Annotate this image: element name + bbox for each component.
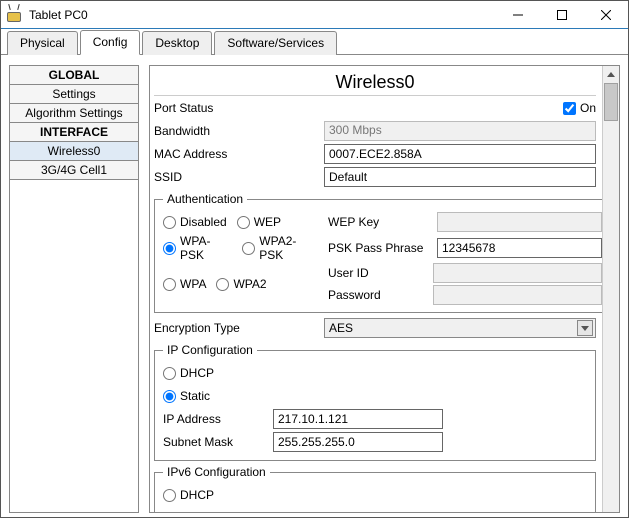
password-input: [433, 285, 602, 305]
sidebar-item-3g4g-cell1[interactable]: 3G/4G Cell1: [10, 161, 138, 180]
ipv6-dhcp-radio[interactable]: [163, 489, 176, 502]
maximize-button[interactable]: [540, 1, 584, 28]
encryption-type-select[interactable]: AES: [324, 318, 596, 338]
sidebar-header-interface: INTERFACE: [10, 123, 138, 142]
mac-address-input[interactable]: [324, 144, 596, 164]
subnet-mask-label: Subnet Mask: [163, 435, 273, 449]
authentication-group: Authentication Disabled WEP WEP Key: [154, 192, 602, 313]
sidebar-item-wireless0[interactable]: Wireless0: [10, 142, 138, 161]
sidebar-item-settings[interactable]: Settings: [10, 85, 138, 104]
config-sidebar: GLOBAL Settings Algorithm Settings INTER…: [9, 65, 139, 513]
main-tabs: Physical Config Desktop Software/Service…: [1, 29, 628, 55]
psk-pass-phrase-label: PSK Pass Phrase: [328, 241, 433, 255]
wep-key-label: WEP Key: [328, 215, 433, 229]
ipv6-configuration-legend: IPv6 Configuration: [163, 465, 270, 479]
close-button[interactable]: [584, 1, 628, 28]
userid-input: [433, 263, 602, 283]
mac-address-label: MAC Address: [154, 147, 324, 161]
window-controls: [496, 1, 628, 28]
ssid-input[interactable]: [324, 167, 596, 187]
port-status-checkbox[interactable]: [563, 102, 576, 115]
tab-physical[interactable]: Physical: [7, 31, 78, 55]
tab-config[interactable]: Config: [80, 30, 141, 55]
authentication-legend: Authentication: [163, 192, 247, 206]
tab-software-services[interactable]: Software/Services: [214, 31, 337, 55]
auth-wpa2-psk-radio[interactable]: [242, 242, 255, 255]
vertical-scroll-thumb[interactable]: [604, 83, 618, 121]
wep-key-input: [437, 212, 602, 232]
password-label: Password: [328, 288, 433, 302]
bandwidth-label: Bandwidth: [154, 124, 324, 138]
port-status-label: Port Status: [154, 101, 213, 115]
psk-pass-phrase-input[interactable]: [437, 238, 602, 258]
auth-wep-radio[interactable]: [237, 216, 250, 229]
content-area: GLOBAL Settings Algorithm Settings INTER…: [1, 55, 628, 517]
app-window: Tablet PC0 Physical Config Desktop Softw…: [0, 0, 629, 518]
bandwidth-value: 300 Mbps: [324, 121, 596, 141]
ssid-label: SSID: [154, 170, 324, 184]
minimize-button[interactable]: [496, 1, 540, 28]
config-panel: Wireless0 Port Status On Bandwidth 300 M…: [149, 65, 620, 513]
ip-address-input[interactable]: [273, 409, 443, 429]
port-status-on-label: On: [580, 101, 596, 115]
ip-address-label: IP Address: [163, 412, 273, 426]
ip-configuration-group: IP Configuration DHCP Static IP Address …: [154, 343, 596, 461]
subnet-mask-input[interactable]: [273, 432, 443, 452]
auth-wpa2-radio[interactable]: [216, 278, 229, 291]
ip-dhcp-radio[interactable]: [163, 367, 176, 380]
tab-desktop[interactable]: Desktop: [142, 31, 212, 55]
ipv6-auto-config-radio[interactable]: [163, 512, 176, 514]
chevron-down-icon: [577, 320, 593, 336]
window-title: Tablet PC0: [29, 8, 496, 22]
titlebar: Tablet PC0: [1, 1, 628, 29]
encryption-type-label: Encryption Type: [154, 321, 324, 335]
ip-configuration-legend: IP Configuration: [163, 343, 257, 357]
ipv6-configuration-group: IPv6 Configuration DHCP Auto Config Stat…: [154, 465, 596, 513]
auth-disabled-radio[interactable]: [163, 216, 176, 229]
sidebar-item-algorithm-settings[interactable]: Algorithm Settings: [10, 104, 138, 123]
sidebar-header-global: GLOBAL: [10, 66, 138, 85]
auth-wpa-psk-radio[interactable]: [163, 242, 176, 255]
scroll-up-arrow-icon[interactable]: [603, 66, 619, 83]
panel-title: Wireless0: [154, 70, 596, 96]
userid-label: User ID: [328, 266, 433, 280]
auth-wpa-radio[interactable]: [163, 278, 176, 291]
vertical-scrollbar[interactable]: [602, 66, 619, 513]
ip-static-radio[interactable]: [163, 390, 176, 403]
device-icon: [7, 8, 23, 22]
panel-scroll-content: Wireless0 Port Status On Bandwidth 300 M…: [150, 66, 602, 513]
